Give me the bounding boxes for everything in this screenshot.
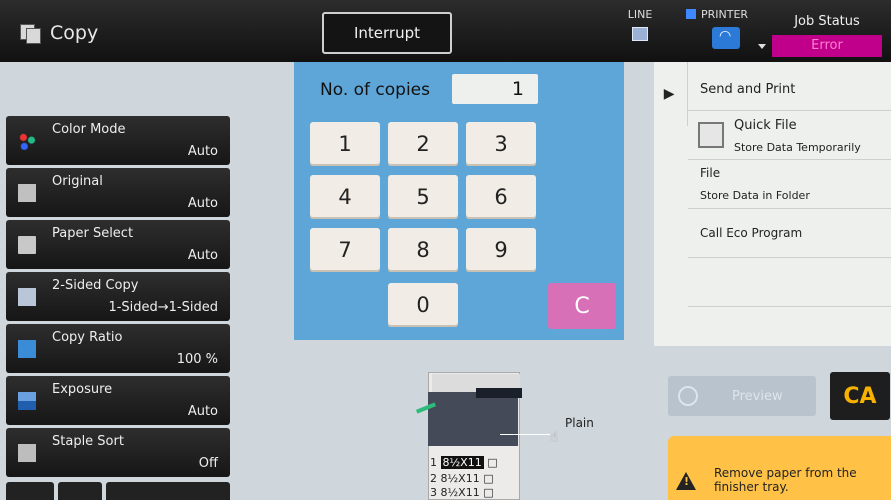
two-sided-icon [18, 288, 36, 306]
tray-number: 3 [430, 486, 437, 499]
divider [688, 208, 891, 209]
key-4[interactable]: 4 [310, 175, 380, 219]
key-9[interactable]: 9 [466, 228, 536, 272]
sidebar-item-label: Staple Sort [52, 434, 124, 449]
copier-lid [476, 388, 522, 398]
magnifier-icon [678, 386, 698, 406]
original-icon [18, 184, 36, 202]
sidebar-item-paper-select[interactable]: Paper Select Auto [6, 220, 230, 269]
tray-size: 8½X11 [440, 472, 480, 485]
file-sublabel: Store Data in Folder [700, 189, 810, 202]
copies-input[interactable]: 1 [452, 74, 538, 104]
warning-icon [676, 472, 696, 490]
copy-ratio-icon [18, 340, 36, 358]
sidebar-item-original[interactable]: Original Auto [6, 168, 230, 217]
paper-orientation-icon: □ [483, 472, 494, 485]
send-and-print-button[interactable]: Send and Print [700, 82, 795, 97]
printer-status[interactable]: PRINTER [686, 8, 748, 49]
file-button[interactable]: File [700, 166, 720, 180]
tray-row[interactable]: 2 8½X11 □ [430, 472, 494, 485]
key-2[interactable]: 2 [388, 122, 458, 166]
sidebar-item-label: Exposure [52, 382, 113, 397]
quick-file-label[interactable]: Quick File [734, 118, 797, 133]
sidebar-item-staple-sort[interactable]: Staple Sort Off [6, 428, 230, 477]
clear-button[interactable]: C [548, 283, 616, 329]
key-1[interactable]: 1 [310, 122, 380, 166]
key-5[interactable]: 5 [388, 175, 458, 219]
app-title: Copy [20, 22, 98, 44]
sidebar-item-value: Auto [187, 144, 218, 159]
key-3[interactable]: 3 [466, 122, 536, 166]
sidebar-item-label: Paper Select [52, 226, 134, 241]
job-status-error-badge[interactable]: Error [772, 35, 882, 57]
sidebar-item-value: Off [198, 456, 218, 471]
sidebar-item-exposure[interactable]: Exposure Auto [6, 376, 230, 425]
sidebar-item-value: 1-Sided→1-Sided [108, 300, 218, 315]
sidebar-item-color-mode[interactable]: Color Mode Auto [6, 116, 230, 165]
key-8[interactable]: 8 [388, 228, 458, 272]
warning-message: Remove paper from the finisher tray. [714, 466, 857, 494]
paper-orientation-icon: □ [487, 456, 498, 469]
copier-body [428, 392, 518, 446]
tray-number: 2 [430, 472, 437, 485]
copy-icon [20, 24, 41, 44]
sidebar-item-copy-ratio[interactable]: Copy Ratio 100 % [6, 324, 230, 373]
line-label: LINE [627, 8, 653, 21]
interrupt-button[interactable]: Interrupt [322, 12, 452, 54]
tray-number: 1 [430, 456, 437, 469]
clear-all-button[interactable]: CA [830, 372, 890, 420]
copies-label: No. of copies [320, 80, 430, 100]
preview-button[interactable]: Preview [668, 376, 816, 416]
sidebar-item-label: 2-Sided Copy [52, 278, 139, 293]
chevron-down-icon[interactable] [758, 44, 766, 49]
tray-row[interactable]: 3 8½X11 □ [430, 486, 494, 499]
divider [688, 159, 891, 160]
quick-file-sublabel: Store Data Temporarily [734, 141, 861, 154]
divider [688, 306, 891, 307]
staple-icon [18, 444, 36, 462]
action-panel [654, 62, 891, 346]
key-7[interactable]: 7 [310, 228, 380, 272]
sidebar-item-label: Color Mode [52, 122, 126, 137]
sidebar-item-label: Copy Ratio [52, 330, 123, 345]
check-button[interactable] [58, 482, 102, 500]
sidebar-item-value: Auto [187, 404, 218, 419]
call-eco-program-button[interactable]: Call Eco Program [700, 226, 802, 240]
wifi-icon [712, 27, 740, 49]
line-icon [632, 27, 648, 41]
sidebar-item-label: Original [52, 174, 103, 189]
paper-orientation-icon: □ [483, 486, 494, 499]
sidebar-item-value: Auto [187, 196, 218, 211]
quick-file-checkbox[interactable] [698, 122, 724, 148]
job-status-button[interactable]: Job Status [772, 14, 882, 29]
sidebar-item-2-sided-copy[interactable]: 2-Sided Copy 1-Sided→1-Sided [6, 272, 230, 321]
tray-size: 8½X11 [440, 456, 484, 469]
callout-line [500, 434, 550, 435]
exposure-icon [18, 392, 36, 410]
printer-label: PRINTER [701, 8, 749, 21]
paper-type-label: Plain [565, 416, 594, 430]
sidebar-item-value: Auto [187, 248, 218, 263]
panel-toggle-icon[interactable]: ▶ [654, 62, 688, 126]
favorite-button[interactable] [6, 482, 54, 500]
hand-pointer-icon: ☝ [550, 430, 558, 445]
app-title-label: Copy [50, 22, 99, 44]
printer-indicator-icon [686, 9, 696, 19]
paper-icon [18, 236, 36, 254]
key-0[interactable]: 0 [388, 283, 458, 327]
preview-label: Preview [732, 389, 783, 404]
color-mode-icon [18, 132, 36, 150]
tray-row[interactable]: 1 8½X11 □ [430, 456, 498, 469]
divider [688, 110, 891, 111]
divider [688, 257, 891, 258]
key-6[interactable]: 6 [466, 175, 536, 219]
sidebar-item-value: 100 % [176, 352, 218, 367]
tray-size: 8½X11 [440, 486, 480, 499]
others-button[interactable] [106, 482, 230, 500]
line-status[interactable]: LINE [620, 8, 660, 41]
